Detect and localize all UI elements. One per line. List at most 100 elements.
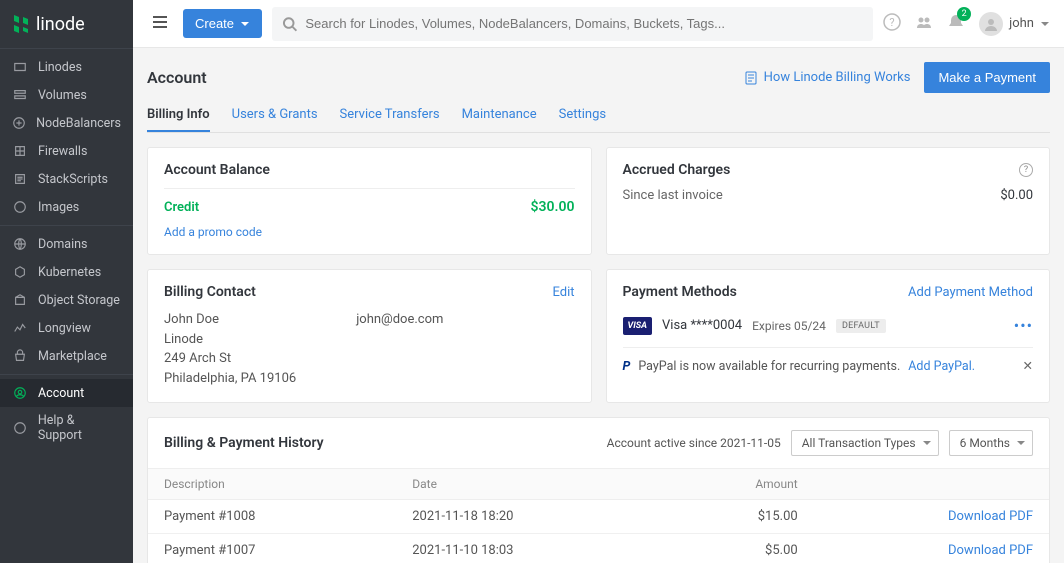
sidebar-item-label: Domains [38,237,88,252]
close-icon[interactable]: ✕ [1023,358,1033,374]
search-icon [282,16,297,32]
contact-company: Linode [164,330,296,350]
row-amount: $5.00 [664,534,814,563]
sidebar-item-label: Images [38,200,79,215]
create-button[interactable]: Create [183,9,262,38]
sidebar-item-label: Marketplace [38,349,107,364]
paypal-msg: PayPal is now available for recurring pa… [638,359,900,374]
history-title: Billing & Payment History [164,435,324,451]
help-support-icon [12,420,28,436]
sidebar-item-label: NodeBalancers [36,116,121,131]
domains-icon [12,236,28,252]
kubernetes-icon [12,264,28,280]
contact-city: Philadelphia, PA 19106 [164,369,296,389]
help-icon[interactable]: ? [883,13,901,35]
tab-users-grants[interactable]: Users & Grants [232,99,318,132]
sidebar-item-linodes[interactable]: Linodes [0,53,133,81]
sidebar-item-label: Volumes [38,88,87,103]
sidebar-item-images[interactable]: Images [0,193,133,221]
row-date: 2021-11-10 18:03 [396,534,664,563]
object-storage-icon [12,292,28,308]
user-menu[interactable]: john [979,12,1050,36]
menu-toggle[interactable] [147,9,173,39]
sidebar-item-object-storage[interactable]: Object Storage [0,286,133,314]
transaction-type-filter[interactable]: All Transaction Types [791,430,939,456]
sidebar-item-volumes[interactable]: Volumes [0,81,133,109]
images-icon [12,199,28,215]
contact-street: 249 Arch St [164,349,296,369]
avatar [979,12,1003,36]
tab-settings[interactable]: Settings [559,99,606,132]
linode-logo-icon [12,13,30,35]
brand-text: linode [36,14,85,35]
col-amount: Amount [664,469,814,500]
row-date: 2021-11-18 18:20 [396,500,664,534]
card-title: Billing Contact [164,284,256,300]
sidebar-item-longview[interactable]: Longview [0,314,133,342]
since-label: Since last invoice [623,188,723,203]
sidebar-item-kubernetes[interactable]: Kubernetes [0,258,133,286]
longview-icon [12,320,28,336]
row-amount: $15.00 [664,500,814,534]
account-balance-card: Account Balance Credit $30.00 Add a prom… [147,147,592,255]
row-description: Payment #1008 [148,500,396,534]
sidebar-item-label: StackScripts [38,172,108,187]
sidebar-item-nodebalancers[interactable]: NodeBalancers [0,109,133,137]
how-billing-works-link[interactable]: How Linode Billing Works [744,70,911,85]
sidebar-item-firewalls[interactable]: Firewalls [0,137,133,165]
brand-logo[interactable]: linode [0,0,133,48]
search-input[interactable] [305,16,863,31]
card-title: Account Balance [164,162,575,178]
table-row: Payment #10082021-11-18 18:20$15.00 Downl… [148,500,1049,534]
info-icon[interactable]: ? [1019,163,1033,177]
volumes-icon [12,87,28,103]
topbar: Create ? 2 john [133,0,1064,48]
add-promo-link[interactable]: Add a promo code [164,225,262,239]
sidebar-item-label: Account [38,386,84,401]
sidebar-item-account[interactable]: Account [0,379,133,407]
accrued-amount: $0.00 [1000,188,1033,203]
sidebar-item-label: Linodes [38,60,82,75]
username: john [1009,16,1034,31]
contact-email: john@doe.com [356,310,443,388]
create-button-label: Create [195,16,234,31]
payment-method-menu[interactable]: ••• [1014,316,1033,335]
tab-maintenance[interactable]: Maintenance [462,99,537,132]
date-range-filter[interactable]: 6 Months [949,430,1033,456]
sidebar-item-label: Longview [38,321,91,336]
sidebar-item-domains[interactable]: Domains [0,230,133,258]
marketplace-icon [12,348,28,364]
notifications-icon[interactable]: 2 [947,13,965,35]
firewalls-icon [12,143,28,159]
paypal-icon: P [623,359,631,374]
sidebar-item-label: Object Storage [38,293,120,308]
card-label: Visa ****0004 [662,318,742,333]
sidebar: linode Linodes Volumes NodeBalancers Firewa… [0,0,133,563]
billing-history-card: Billing & Payment History Account active… [147,417,1050,563]
linodes-icon [12,59,28,75]
search-wrap [272,7,873,41]
payment-method-row: VISA Visa ****0004 Expires 05/24 DEFAULT… [623,310,1034,341]
tab-service-transfers[interactable]: Service Transfers [340,99,440,132]
edit-contact-link[interactable]: Edit [552,285,574,300]
download-pdf-link[interactable]: Download PDF [948,509,1033,524]
sidebar-item-stackscripts[interactable]: StackScripts [0,165,133,193]
table-row: Payment #10072021-11-10 18:03$5.00 Downlo… [148,534,1049,563]
default-badge: DEFAULT [836,319,886,333]
add-payment-method-link[interactable]: Add Payment Method [908,285,1033,300]
row-description: Payment #1007 [148,534,396,563]
make-payment-button[interactable]: Make a Payment [924,62,1050,93]
download-pdf-link[interactable]: Download PDF [948,543,1033,558]
chevron-down-icon [1040,19,1050,29]
tab-billing-info[interactable]: Billing Info [147,99,210,132]
payment-methods-card: Payment Methods Add Payment Method VISA … [606,269,1051,403]
hamburger-icon [151,13,169,31]
add-paypal-link[interactable]: Add PayPal. [908,359,975,374]
balance-amount: $30.00 [531,199,575,215]
card-title: Accrued Charges [623,162,731,178]
accrued-charges-card: Accrued Charges? Since last invoice $0.0… [606,147,1051,255]
community-icon[interactable] [915,13,933,35]
notification-badge: 2 [957,7,971,21]
sidebar-item-marketplace[interactable]: Marketplace [0,342,133,370]
sidebar-item-help-support[interactable]: Help & Support [0,407,133,449]
